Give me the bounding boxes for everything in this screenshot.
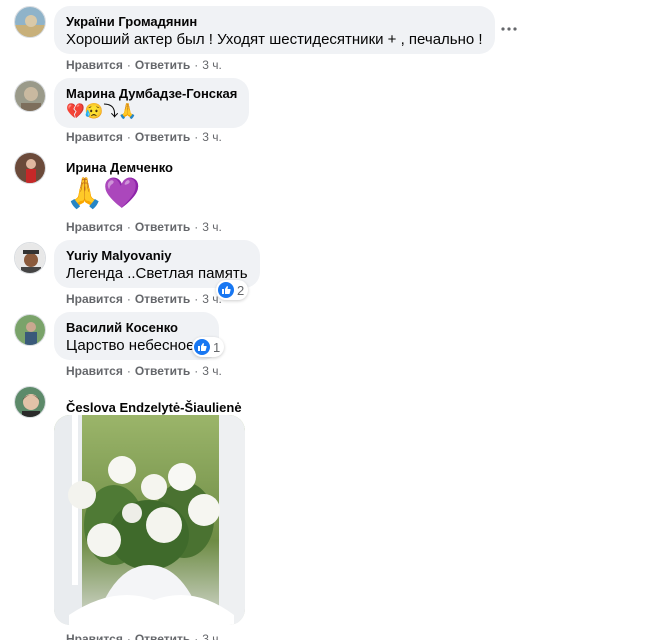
like-link[interactable]: Нравится xyxy=(66,632,123,640)
separator-dot: · xyxy=(194,292,199,306)
separator-dot: · xyxy=(194,220,199,234)
avatar[interactable] xyxy=(14,386,46,418)
like-link[interactable]: Нравится xyxy=(66,130,123,144)
comment-time[interactable]: 3 ч. xyxy=(202,364,222,378)
more-options-icon[interactable] xyxy=(498,18,520,40)
separator-dot: · xyxy=(194,632,199,640)
comment-author[interactable]: Česlova Endzelytė-Šiaulienė xyxy=(66,400,242,416)
comment-bubble: Марина Думбадзе-Гонская 💔😥⤵🙏 xyxy=(54,78,250,128)
comment-text: Царство небесное... xyxy=(66,337,207,354)
reply-link[interactable]: Ответить xyxy=(135,632,190,640)
comment-actions: Нравится · Ответить · 3 ч. xyxy=(66,220,222,234)
separator-dot: · xyxy=(126,58,131,72)
comment-actions: Нравится · Ответить · 3 ч. xyxy=(66,292,222,306)
comment-text: Хороший актер был ! Уходят шестидесятник… xyxy=(66,31,483,48)
comment-author[interactable]: Марина Думбадзе-Гонская xyxy=(66,86,237,102)
separator-dot: · xyxy=(194,364,199,378)
comment-actions: Нравится · Ответить · 3 ч. xyxy=(66,632,222,640)
like-link[interactable]: Нравится xyxy=(66,58,123,72)
reaction-count-label: 1 xyxy=(213,339,221,355)
avatar[interactable] xyxy=(14,152,46,184)
comment-author[interactable]: Василий Косенко xyxy=(66,320,207,336)
separator-dot: · xyxy=(194,58,199,72)
thumbs-up-icon xyxy=(194,339,210,355)
avatar[interactable] xyxy=(14,314,46,346)
separator-dot: · xyxy=(126,364,131,378)
separator-dot: · xyxy=(126,632,131,640)
like-link[interactable]: Нравится xyxy=(66,364,123,378)
avatar[interactable] xyxy=(14,6,46,38)
reply-link[interactable]: Ответить xyxy=(135,58,190,72)
comment-time[interactable]: 3 ч. xyxy=(202,130,222,144)
comment-actions: Нравится · Ответить · 3 ч. xyxy=(66,364,222,378)
comment-author[interactable]: Yuriy Malyovaniy xyxy=(66,248,248,264)
like-link[interactable]: Нравится xyxy=(66,220,123,234)
comment-time[interactable]: 3 ч. xyxy=(202,632,222,640)
comment-actions: Нравится · Ответить · 3 ч. xyxy=(66,58,222,72)
comment-text: 💔😥⤵🙏 xyxy=(66,103,138,120)
reply-link[interactable]: Ответить xyxy=(135,220,190,234)
comment-author[interactable]: України Громадянин xyxy=(66,14,483,30)
reply-link[interactable]: Ответить xyxy=(135,130,190,144)
like-link[interactable]: Нравится xyxy=(66,292,123,306)
comment-bubble: України Громадянин Хороший актер был ! У… xyxy=(54,6,495,54)
reaction-count-label: 2 xyxy=(237,282,245,298)
comment-time[interactable]: 3 ч. xyxy=(202,292,222,306)
separator-dot: · xyxy=(126,220,131,234)
separator-dot: · xyxy=(126,130,131,144)
separator-dot: · xyxy=(194,130,199,144)
comment-bubble: Ирина Демченко 🙏💜 xyxy=(54,152,185,214)
comment-actions: Нравится · Ответить · 3 ч. xyxy=(66,130,222,144)
avatar[interactable] xyxy=(14,80,46,112)
reply-link[interactable]: Ответить xyxy=(135,292,190,306)
comment-bubble: Česlova Endzelytė-Šiaulienė xyxy=(54,392,254,415)
avatar[interactable] xyxy=(14,242,46,274)
comment-text: 🙏💜 xyxy=(66,177,141,210)
comment-time[interactable]: 3 ч. xyxy=(202,58,222,72)
reply-link[interactable]: Ответить xyxy=(135,364,190,378)
comment-photo[interactable] xyxy=(54,415,245,625)
reaction-count[interactable]: 1 xyxy=(192,337,225,357)
comment-author[interactable]: Ирина Демченко xyxy=(66,160,173,176)
comment-time[interactable]: 3 ч. xyxy=(202,220,222,234)
separator-dot: · xyxy=(126,292,131,306)
